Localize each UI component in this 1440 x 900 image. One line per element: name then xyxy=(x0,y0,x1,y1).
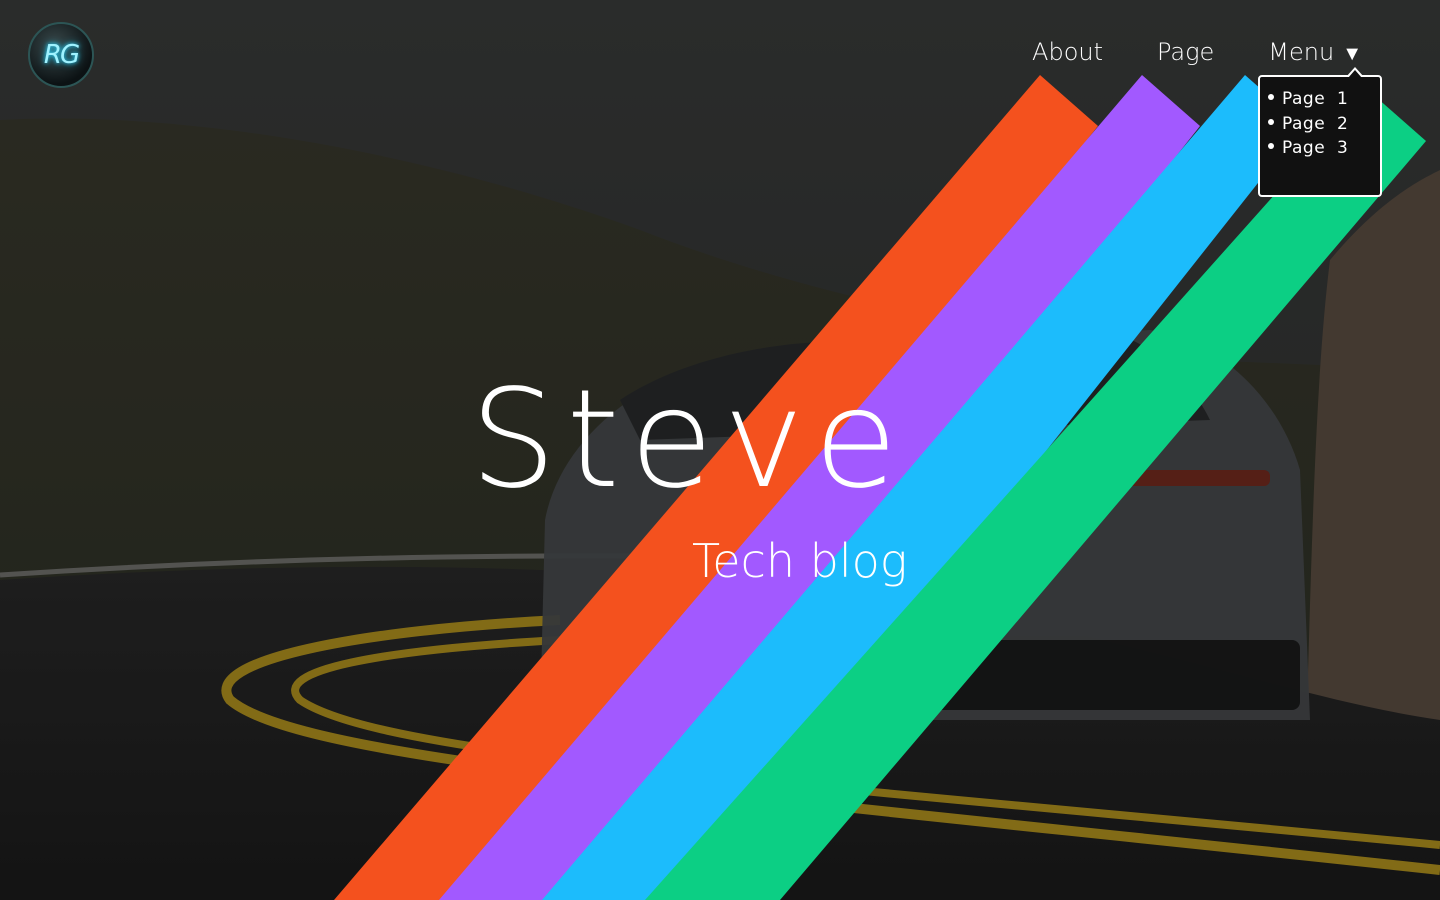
menu-dropdown: Page 1 Page 2 Page 3 xyxy=(1258,67,1382,197)
bullet-icon xyxy=(1268,118,1274,125)
nav-menu[interactable]: Menu ▼ xyxy=(1268,38,1362,66)
dropdown-item-page-1[interactable]: Page 1 xyxy=(1268,87,1380,112)
hero-subtitle: Tech blog xyxy=(692,534,908,588)
nav-page[interactable]: Page xyxy=(1157,38,1214,66)
logo-mark: RG xyxy=(43,40,80,70)
dropdown-item-page-2[interactable]: Page 2 xyxy=(1268,112,1380,137)
nav-about[interactable]: About xyxy=(1032,38,1103,66)
dropdown-list: Page 1 Page 2 Page 3 xyxy=(1260,77,1380,161)
dropdown-item-label: Page 2 xyxy=(1282,113,1349,134)
site-logo[interactable]: RG xyxy=(28,22,94,88)
nav-menu-label: Menu xyxy=(1268,38,1335,66)
dropdown-item-label: Page 3 xyxy=(1282,138,1349,158)
caret-down-icon: ▼ xyxy=(1342,41,1362,65)
dropdown-item-label: Page 1 xyxy=(1282,89,1349,109)
dropdown-item-page-3[interactable]: Page 3 xyxy=(1268,136,1380,161)
top-nav: About Page Menu ▼ xyxy=(1032,38,1362,66)
hero-title: Steve xyxy=(470,361,908,519)
bullet-icon xyxy=(1268,143,1274,149)
bullet-icon xyxy=(1268,94,1274,100)
